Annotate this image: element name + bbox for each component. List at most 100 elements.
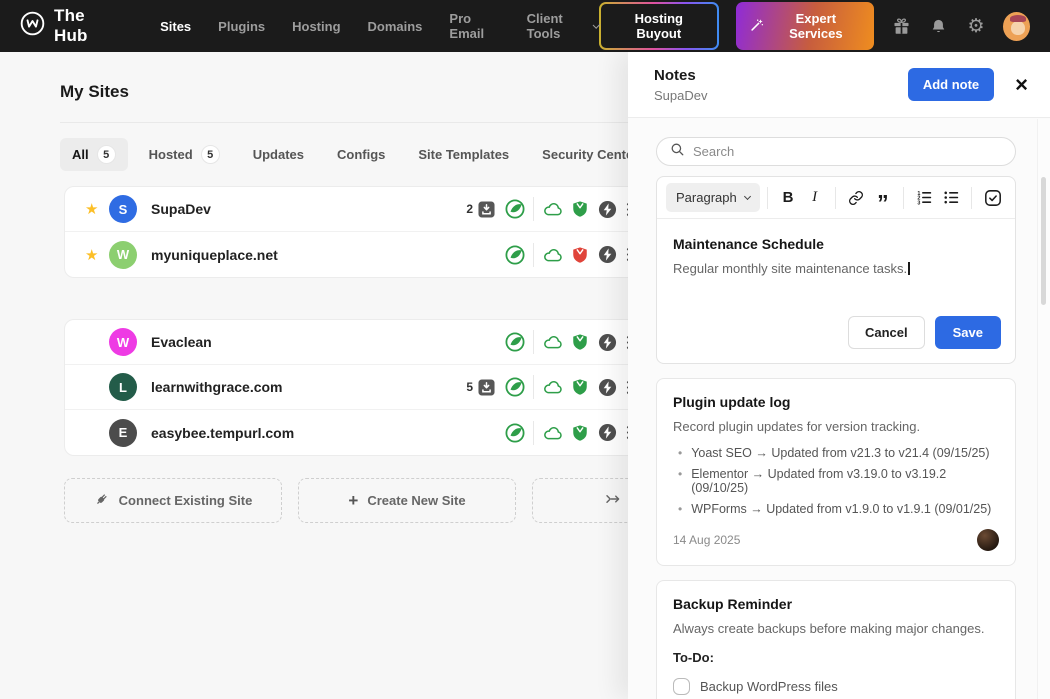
toolbar-separator [767,187,768,209]
gift-icon[interactable] [891,15,911,37]
page-title: My Sites [60,82,129,102]
updates-badge[interactable]: 2 [403,201,495,218]
hub-logo-icon [20,11,45,41]
tab-site-templates[interactable]: Site Templates [406,140,521,169]
ordered-list-button[interactable]: 123 [911,184,938,211]
site-status-icon[interactable] [505,423,525,443]
icon-divider [533,330,534,354]
note-editor-card: Paragraph B I ” 123 [656,176,1016,364]
format-dropdown-label: Paragraph [676,190,737,205]
checklist-button[interactable] [979,184,1006,211]
hosting-buyout-button[interactable]: Hosting Buyout [599,2,719,50]
hosting-cloud-icon[interactable] [543,377,563,397]
site-name[interactable]: myuniqueplace.net [151,247,278,263]
hummingbird-bolt-icon[interactable] [597,423,617,443]
todo-item: Backup WordPress files [673,678,999,695]
hummingbird-bolt-icon[interactable] [597,332,617,352]
note-editor-content[interactable]: Maintenance Schedule Regular monthly sit… [657,219,1015,289]
hummingbird-bolt-icon[interactable] [597,199,617,219]
favorite-star-icon[interactable]: ★ [85,246,109,264]
updates-badge[interactable]: 5 [403,379,495,396]
note-title-input[interactable]: Maintenance Schedule [673,236,999,252]
note-card-title: Plugin update log [673,394,999,410]
connect-existing-site-label: Connect Existing Site [119,493,253,508]
hummingbird-bolt-icon[interactable] [597,377,617,397]
site-name[interactable]: Evaclean [151,334,212,350]
site-status-icon[interactable] [505,377,525,397]
defender-shield-icon[interactable] [570,423,590,443]
icon-divider [533,375,534,399]
note-date: 14 Aug 2025 [673,533,740,547]
site-name[interactable]: learnwithgrace.com [151,379,283,395]
search-input[interactable] [693,144,1002,159]
panel-scrollbar-thumb[interactable] [1041,177,1046,305]
list-item: Yoast SEO → Updated from v21.3 to v21.4 … [678,446,999,460]
favorite-star-icon[interactable]: ★ [85,200,109,218]
site-status-icon[interactable] [505,332,525,352]
tab-all-label: All [72,147,89,162]
nav-item-hosting[interactable]: Hosting [292,19,340,34]
bold-button[interactable]: B [775,184,802,211]
add-note-button[interactable]: Add note [908,68,994,101]
todo-item-label: Backup WordPress files [700,679,838,694]
hosting-cloud-icon[interactable] [543,199,563,219]
blockquote-button[interactable]: ” [870,184,897,211]
link-button[interactable] [843,184,870,211]
bullet-list-button[interactable] [938,184,965,211]
defender-shield-alert-icon[interactable] [570,245,590,265]
hub-logo[interactable]: The Hub [20,6,118,46]
nav-item-plugins[interactable]: Plugins [218,19,265,34]
hosting-cloud-icon[interactable] [543,332,563,352]
panel-scrollbar-track[interactable] [1037,119,1050,699]
hosting-cloud-icon[interactable] [543,245,563,265]
defender-shield-icon[interactable] [570,199,590,219]
site-name[interactable]: easybee.tempurl.com [151,425,294,441]
nav-item-pro-email[interactable]: Pro Email [449,11,499,41]
chevron-down-icon [744,193,751,200]
site-status-icon[interactable] [505,199,525,219]
nav-item-client-tools-label: Client Tools [527,11,587,41]
notes-panel-body: Paragraph B I ” 123 [628,119,1050,699]
notes-panel-header: Notes SupaDev Add note × [628,52,1050,118]
defender-shield-icon[interactable] [570,332,590,352]
hosting-cloud-icon[interactable] [543,423,563,443]
note-body-input[interactable]: Regular monthly site maintenance tasks. [673,261,999,276]
tab-updates[interactable]: Updates [241,140,316,169]
tab-configs[interactable]: Configs [325,140,397,169]
nav-item-client-tools[interactable]: Client Tools [527,11,599,41]
icon-divider [533,197,534,221]
italic-button[interactable]: I [801,184,828,211]
format-dropdown[interactable]: Paragraph [666,183,760,212]
nav-item-sites[interactable]: Sites [160,19,191,34]
tab-hosted-label: Hosted [149,147,193,162]
checkbox-unchecked[interactable] [673,678,690,695]
hummingbird-bolt-icon[interactable] [597,245,617,265]
notes-panel: Notes SupaDev Add note × Paragraph B I [628,52,1050,699]
user-avatar[interactable] [1003,12,1030,41]
tab-hosted[interactable]: Hosted 5 [137,138,232,171]
tab-all[interactable]: All 5 [60,138,128,171]
site-name[interactable]: SupaDev [151,201,211,217]
editor-toolbar: Paragraph B I ” 123 [657,177,1015,219]
close-icon[interactable]: × [1015,74,1028,96]
note-body-text: Regular monthly site maintenance tasks. [673,261,907,276]
note-card-title: Backup Reminder [673,596,999,612]
cancel-button[interactable]: Cancel [848,316,925,349]
notes-site-subtitle: SupaDev [654,88,707,103]
download-update-icon [478,379,495,396]
migrate-arrow-icon [605,491,621,510]
icon-divider [533,243,534,267]
defender-shield-icon[interactable] [570,377,590,397]
site-avatar: L [109,373,137,401]
connect-existing-site-button[interactable]: Connect Existing Site [64,478,282,523]
create-new-site-button[interactable]: + Create New Site [298,478,516,523]
nav-item-domains[interactable]: Domains [368,19,423,34]
settings-gear-icon[interactable]: ⚙ [966,15,986,37]
save-button[interactable]: Save [935,316,1001,349]
notifications-bell-icon[interactable] [928,15,948,37]
search-icon [670,142,685,162]
expert-services-button[interactable]: Expert Services [736,2,875,50]
magic-wand-icon [750,18,764,35]
site-status-icon[interactable] [505,245,525,265]
toolbar-separator [835,187,836,209]
